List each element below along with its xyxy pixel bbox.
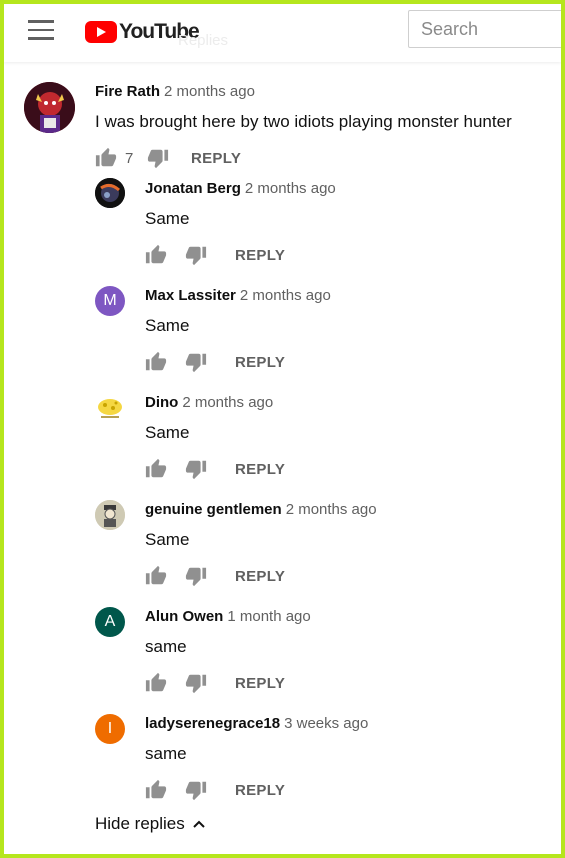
reply-time[interactable]: 2 months ago	[286, 501, 377, 518]
avatar-letter: I	[107, 720, 113, 737]
reply-button[interactable]: REPLY	[235, 568, 285, 585]
hide-replies-label: Hide replies	[95, 814, 185, 833]
author-name[interactable]: Dino	[145, 394, 178, 411]
avatar[interactable]	[95, 178, 125, 208]
author-name[interactable]: ladyserenegrace18	[145, 715, 280, 732]
reply-time[interactable]: 1 month ago	[227, 608, 310, 625]
thumbs-up-icon[interactable]	[145, 351, 167, 373]
reply-button[interactable]: REPLY	[235, 461, 285, 478]
reply-text: same	[145, 637, 187, 656]
reply-text: Same	[145, 423, 190, 442]
reply-button[interactable]: REPLY	[235, 354, 285, 371]
reply-text: Same	[145, 530, 190, 549]
hide-replies-button[interactable]: Hide replies	[95, 814, 207, 834]
chevron-up-icon	[193, 820, 205, 828]
reply-actions: REPLY	[145, 350, 285, 374]
hamburger-menu-icon[interactable]	[28, 20, 54, 42]
author-name[interactable]: genuine gentlemen	[145, 501, 282, 518]
thumbs-down-icon[interactable]	[185, 565, 207, 587]
author-name[interactable]: Max Lassiter	[145, 287, 236, 304]
top-bar: YouTube	[4, 4, 565, 62]
thumbs-down-icon[interactable]	[185, 779, 207, 801]
avatar[interactable]	[95, 393, 125, 423]
comment-text: I was brought here by two idiots playing…	[95, 112, 512, 131]
thumbs-up-icon[interactable]	[145, 565, 167, 587]
reply-time[interactable]: 2 months ago	[182, 394, 273, 411]
comment-actions: 7 REPLY	[95, 146, 241, 170]
comment-author: Fire Rath 2 months ago	[95, 83, 255, 100]
avatar[interactable]: A	[95, 607, 125, 637]
like-count: 7	[125, 149, 134, 167]
thumbs-up-icon[interactable]	[145, 779, 167, 801]
reply-actions: REPLY	[145, 243, 285, 267]
reply-author: Max Lassiter 2 months ago	[145, 287, 331, 304]
reply-time[interactable]: 2 months ago	[245, 180, 336, 197]
thumbs-down-icon[interactable]	[147, 147, 169, 169]
reply-button[interactable]: REPLY	[235, 675, 285, 692]
author-name[interactable]: Alun Owen	[145, 608, 223, 625]
reply-time[interactable]: 3 weeks ago	[284, 715, 368, 732]
reply-author: Jonatan Berg 2 months ago	[145, 180, 336, 197]
reply-actions: REPLY	[145, 671, 285, 695]
author-name[interactable]: Fire Rath	[95, 83, 160, 100]
reply-actions: REPLY	[145, 457, 285, 481]
thumbs-up-icon[interactable]	[145, 672, 167, 694]
avatar-letter: A	[104, 613, 116, 630]
thumbs-up-icon[interactable]	[145, 458, 167, 480]
thumbs-down-icon[interactable]	[185, 351, 207, 373]
reply-author: Dino 2 months ago	[145, 394, 273, 411]
author-name[interactable]: Jonatan Berg	[145, 180, 241, 197]
avatar-letter: M	[103, 292, 117, 309]
avatar[interactable]: M	[95, 286, 125, 316]
thumbs-up-icon[interactable]	[95, 147, 117, 169]
avatar[interactable]	[95, 500, 125, 530]
reply-time[interactable]: 2 months ago	[240, 287, 331, 304]
thumbs-up-icon[interactable]	[145, 244, 167, 266]
reply-actions: REPLY	[145, 778, 285, 802]
comment-time[interactable]: 2 months ago	[164, 83, 255, 100]
reply-text: Same	[145, 209, 190, 228]
thumbs-down-icon[interactable]	[185, 458, 207, 480]
reply-button[interactable]: REPLY	[235, 247, 285, 264]
reply-actions: REPLY	[145, 564, 285, 588]
ghost-text-behind-header: Replies	[178, 32, 229, 49]
reply-text: same	[145, 744, 187, 763]
avatar[interactable]: I	[95, 714, 125, 744]
reply-author: genuine gentlemen 2 months ago	[145, 501, 377, 518]
avatar[interactable]	[24, 82, 75, 133]
youtube-play-icon	[85, 21, 117, 43]
thumbs-down-icon[interactable]	[185, 244, 207, 266]
reply-author: Alun Owen 1 month ago	[145, 608, 311, 625]
reply-author: ladyserenegrace18 3 weeks ago	[145, 715, 368, 732]
search-input[interactable]	[408, 10, 565, 48]
reply-button[interactable]: REPLY	[235, 782, 285, 799]
reply-text: Same	[145, 316, 190, 335]
reply-button[interactable]: REPLY	[191, 150, 241, 167]
thumbs-down-icon[interactable]	[185, 672, 207, 694]
